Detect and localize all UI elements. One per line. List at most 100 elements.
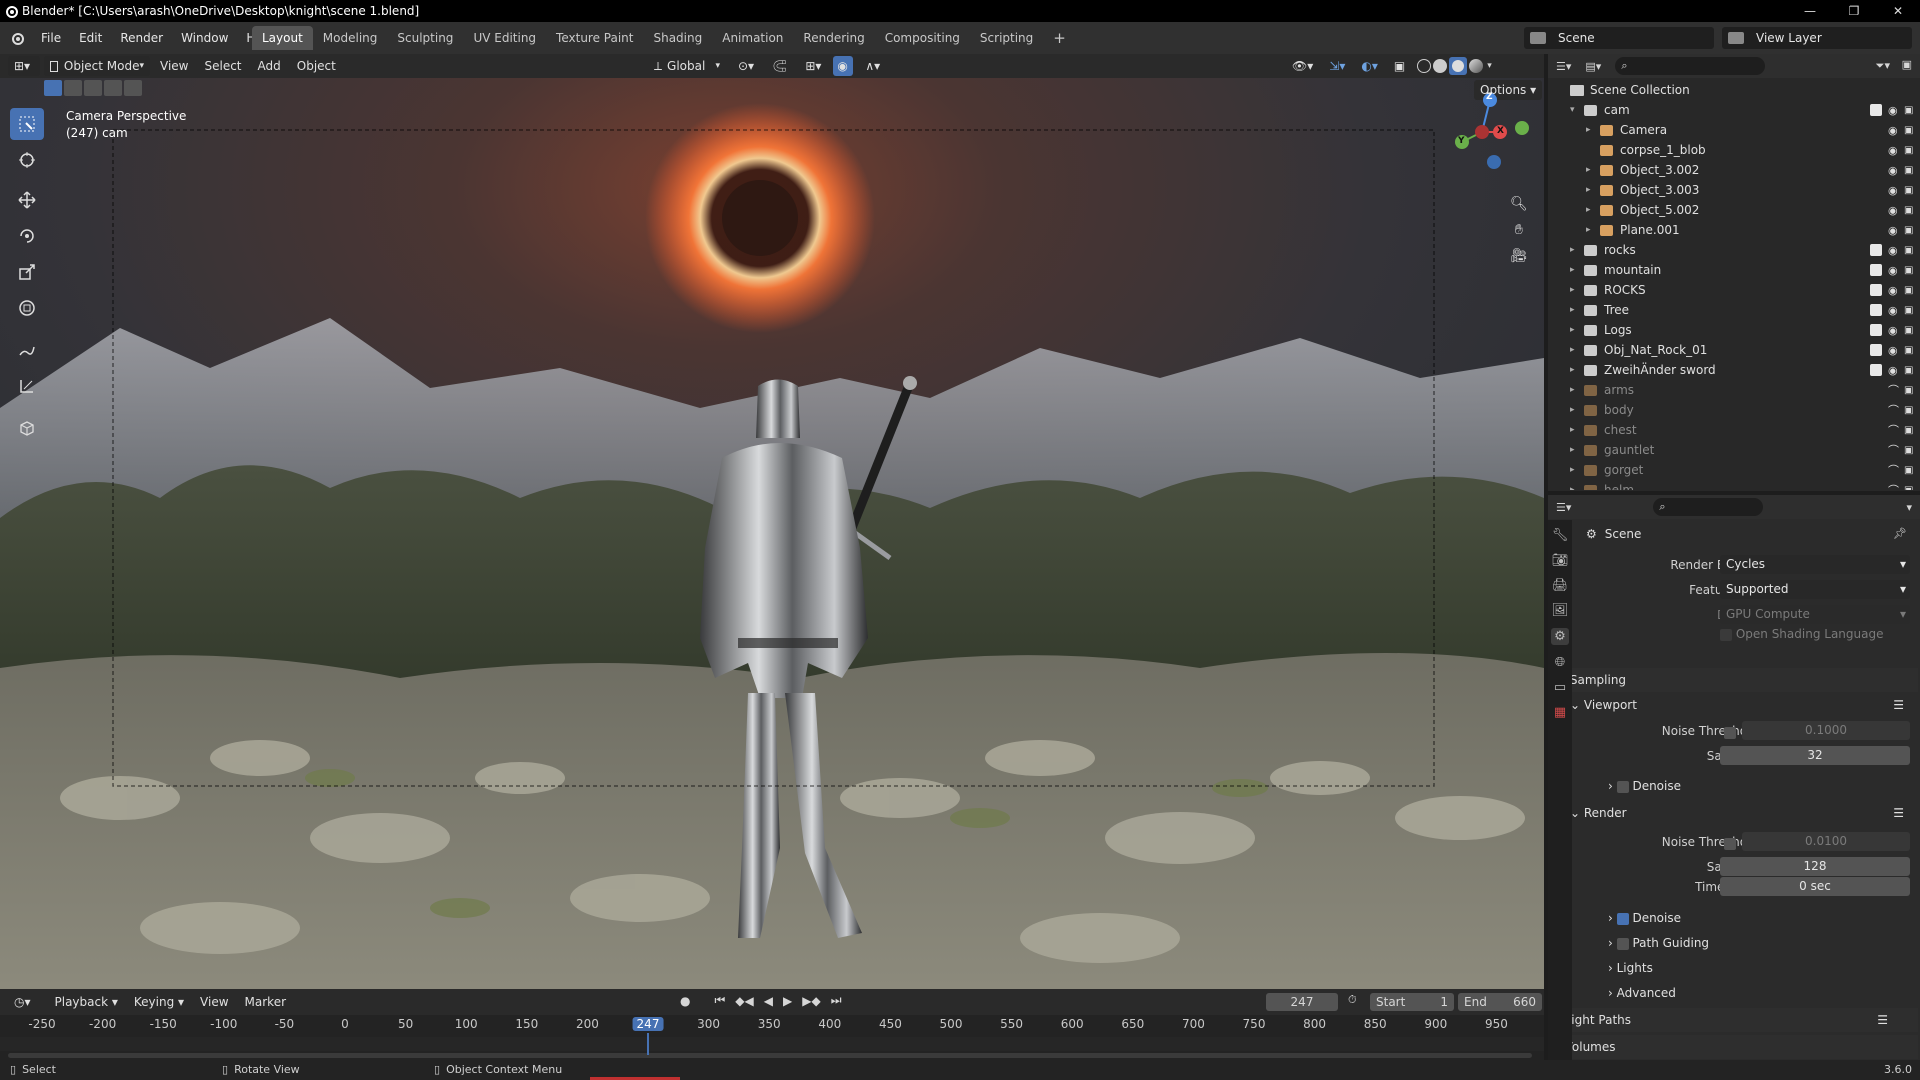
select-box-tool[interactable] [10, 108, 44, 140]
jump-end-icon[interactable]: ⏭ [831, 993, 842, 1008]
view-layer-selector[interactable]: View Layer [1722, 27, 1912, 49]
eye-icon[interactable]: ◉ [1888, 264, 1898, 277]
cursor-tool[interactable] [10, 144, 44, 176]
outliner-row[interactable]: corpse_1_blob ◉ ▣ [1548, 140, 1920, 160]
render-toggle-icon[interactable]: ▣ [1904, 485, 1913, 491]
expand-closed-icon[interactable]: ▸ [1570, 245, 1575, 255]
exclude-checkbox[interactable] [1870, 104, 1882, 116]
navigation-gizmo[interactable]: Z Y X [1452, 88, 1542, 178]
measure-tool[interactable] [10, 370, 44, 402]
world-tab-icon[interactable]: 🌐︎ [1555, 655, 1565, 670]
expand-closed-icon[interactable]: ▸ [1570, 365, 1575, 375]
playhead-line[interactable] [647, 1033, 649, 1055]
r-denoise-row[interactable]: › Denoise [1608, 911, 1681, 925]
outliner-row[interactable]: ▸ Camera ◉ ▣ [1548, 120, 1920, 140]
render-toggle-icon[interactable]: ▣ [1904, 305, 1913, 316]
play-icon[interactable]: ▶ [783, 994, 792, 1008]
material-shading-icon[interactable] [1449, 57, 1468, 75]
eye-closed-icon[interactable]: ⌒ [1888, 482, 1899, 490]
light-paths-panel-header[interactable]: › Light Paths☰ [1556, 1008, 1918, 1032]
render-toggle-icon[interactable]: ▣ [1904, 345, 1913, 356]
expand-closed-icon[interactable]: ▸ [1570, 425, 1575, 435]
exclude-checkbox[interactable] [1870, 284, 1882, 296]
playback-menu[interactable]: Playback ▾ [49, 992, 124, 1012]
expand-closed-icon[interactable]: ▸ [1570, 305, 1575, 315]
r-noise-threshold-field[interactable]: 0.0100 [1742, 832, 1910, 851]
outliner-row[interactable]: ▸ ZweihÄnder sword ◉ ▣ [1548, 360, 1920, 380]
outliner-row[interactable]: ▸ arms ⌒ ▣ [1548, 380, 1920, 400]
outliner-row[interactable]: ▸ Logs ◉ ▣ [1548, 320, 1920, 340]
expand-closed-icon[interactable]: ▸ [1586, 125, 1591, 135]
next-keyframe-icon[interactable]: ▶◆ [802, 994, 820, 1008]
feature-set-dropdown[interactable]: Supported ▾ [1720, 580, 1910, 599]
eye-icon[interactable]: ◉ [1888, 184, 1898, 197]
new-collection-icon[interactable]: ▣ [1902, 58, 1912, 71]
select-difference-icon[interactable] [104, 80, 122, 96]
tab-texture-paint[interactable]: Texture Paint [546, 26, 643, 50]
keyframe-strip[interactable] [0, 1037, 1544, 1051]
outliner-row[interactable]: ▸ Tree ◉ ▣ [1548, 300, 1920, 320]
eye-icon[interactable]: ◉ [1888, 164, 1898, 177]
tab-animation[interactable]: Animation [712, 26, 793, 50]
outliner-row[interactable]: ▸ Obj_Nat_Rock_01 ◉ ▣ [1548, 340, 1920, 360]
render-tab-icon[interactable]: 📷︎ [1552, 553, 1569, 568]
expand-closed-icon[interactable]: ▸ [1570, 445, 1575, 455]
collection-tab-icon[interactable]: ▭ [1554, 680, 1566, 695]
proportional-edit-toggle[interactable]: ◉ [833, 56, 854, 76]
list-icon[interactable]: ☰ [1893, 693, 1904, 717]
exclude-checkbox[interactable] [1870, 344, 1882, 356]
tab-shading[interactable]: Shading [643, 26, 712, 50]
render-toggle-icon[interactable]: ▣ [1904, 205, 1913, 216]
chevron-down-icon[interactable]: ▾ [1906, 501, 1912, 514]
properties-search-input[interactable]: ⌕ [1653, 498, 1764, 516]
expand-closed-icon[interactable]: ▸ [1570, 465, 1575, 475]
expand-closed-icon[interactable]: ▸ [1586, 205, 1591, 215]
list-icon[interactable]: ☰ [1877, 1008, 1888, 1032]
pivot-point-button[interactable]: ⊙▾ [732, 56, 760, 76]
chevron-down-icon[interactable]: ▾ [1487, 61, 1492, 71]
render-toggle-icon[interactable]: ▣ [1904, 365, 1913, 376]
blender-menu-icon[interactable] [8, 29, 26, 47]
tab-sculpting[interactable]: Sculpting [387, 26, 463, 50]
expand-closed-icon[interactable]: ▸ [1570, 485, 1575, 490]
play-reverse-icon[interactable]: ◀ [764, 994, 773, 1008]
vp-samples-field[interactable]: 32 [1720, 746, 1910, 765]
annotate-tool[interactable] [10, 334, 44, 366]
render-toggle-icon[interactable]: ▣ [1904, 445, 1913, 456]
expand-closed-icon[interactable]: ▸ [1570, 265, 1575, 275]
select-extend-icon[interactable] [64, 80, 82, 96]
eye-icon[interactable]: ◉ [1888, 224, 1898, 237]
path-guiding-checkbox[interactable] [1616, 937, 1629, 950]
filter-icon[interactable]: ⏷▾ [1876, 59, 1890, 73]
solid-shading-icon[interactable] [1433, 59, 1448, 73]
lights-row[interactable]: › Lights [1608, 961, 1653, 975]
render-toggle-icon[interactable]: ▣ [1904, 185, 1913, 196]
outliner-row[interactable]: ▸ rocks ◉ ▣ [1548, 240, 1920, 260]
keying-menu[interactable]: Keying ▾ [128, 992, 190, 1012]
outliner-row[interactable]: ▸ helm ⌒ ▣ [1548, 480, 1920, 490]
expand-open-icon[interactable]: ▾ [1570, 105, 1575, 115]
r-noise-threshold-checkbox[interactable] [1724, 838, 1736, 850]
expand-closed-icon[interactable]: ▸ [1586, 165, 1591, 175]
transform-orientation-dropdown[interactable]: ⟂ Global ▾ [648, 56, 726, 76]
exclude-checkbox[interactable] [1870, 304, 1882, 316]
eye-icon[interactable]: ◉ [1888, 324, 1898, 337]
eye-icon[interactable]: ◉ [1888, 344, 1898, 357]
outliner-row[interactable]: ▸ body ⌒ ▣ [1548, 400, 1920, 420]
properties-editor-type-icon[interactable]: ☰▾ [1556, 501, 1571, 514]
timeline-scrollbar[interactable] [8, 1053, 1532, 1058]
volumes-panel-header[interactable]: › Volumes [1556, 1035, 1918, 1059]
eye-icon[interactable]: ◉ [1888, 244, 1898, 257]
outliner-search-input[interactable]: ⌕ [1615, 57, 1766, 75]
current-frame-field[interactable]: 247 [1266, 993, 1338, 1011]
eye-closed-icon[interactable]: ⌒ [1888, 422, 1899, 438]
select-new-icon[interactable] [44, 80, 62, 96]
render-toggle-icon[interactable]: ▣ [1904, 465, 1913, 476]
eye-closed-icon[interactable]: ⌒ [1888, 462, 1899, 478]
exclude-checkbox[interactable] [1870, 364, 1882, 376]
wireframe-shading-icon[interactable] [1417, 59, 1432, 73]
editor-type-button[interactable]: ⊞▾ [8, 56, 40, 76]
overlay-toggle[interactable]: ◐▾ [1355, 56, 1384, 76]
menu-edit[interactable]: Edit [70, 22, 111, 54]
r-denoise-checkbox[interactable] [1616, 912, 1629, 925]
